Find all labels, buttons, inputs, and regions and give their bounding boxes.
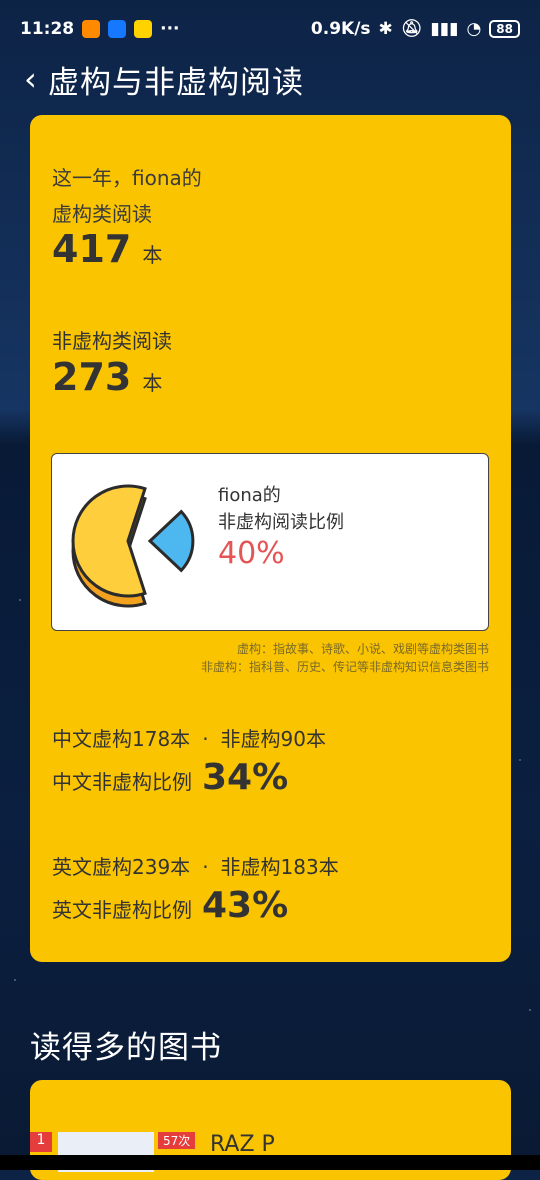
nonfiction-count-row: 273 本 xyxy=(52,355,162,399)
chinese-fiction: 中文虚构178本 xyxy=(52,727,191,751)
pie-nonfiction-slice xyxy=(147,509,195,573)
alipay-icon xyxy=(108,20,127,38)
battery-indicator: 88 xyxy=(489,20,520,38)
meituan-icon xyxy=(134,20,153,38)
top-bar: ‹ 虚构与非虚构阅读 xyxy=(0,58,540,101)
english-stats: 英文虚构239本 · 非虚构183本 xyxy=(52,851,339,880)
bluetooth-icon: ✱ xyxy=(378,19,393,39)
intro-line: 这一年，fiona的 xyxy=(52,166,202,190)
ratio-text: fiona的 非虚构阅读比例 40% xyxy=(218,482,344,571)
ratio-value: 40% xyxy=(218,536,285,571)
fiction-count-row: 417 本 xyxy=(52,227,162,271)
rank-badge: 1 xyxy=(30,1132,52,1152)
ratio-line1: fiona的 xyxy=(218,485,281,506)
separator-dot: · xyxy=(202,727,209,751)
mute-icon: 🔕︎ xyxy=(400,19,423,39)
note-nonfiction: 非虚构：指科普、历史、传记等非虚构知识信息类图书 xyxy=(200,660,489,674)
wifi-icon: ◔ xyxy=(466,19,482,39)
status-left: 11:28 ··· xyxy=(20,19,180,39)
status-bar: 11:28 ··· 0.9K/s ✱ 🔕︎ ▮▮▮ ◔ 88 xyxy=(0,0,540,58)
fiction-count: 417 xyxy=(52,227,132,271)
clock: 11:28 xyxy=(20,19,75,39)
english-nonfiction: 非虚构183本 xyxy=(220,855,339,879)
nonfiction-label: 非虚构类阅读 xyxy=(52,329,172,353)
book-title[interactable]: RAZ P xyxy=(210,1132,275,1157)
english-fiction: 英文虚构239本 xyxy=(52,855,191,879)
more-notifications: ··· xyxy=(160,19,180,39)
chinese-nonfiction: 非虚构90本 xyxy=(220,727,326,751)
chevron-left-icon[interactable]: ‹ xyxy=(24,60,46,98)
nonfiction-count: 273 xyxy=(52,355,132,399)
intro-text: 这一年，fiona的 虚构类阅读 xyxy=(52,160,202,232)
read-count-badge: 57次 xyxy=(158,1132,196,1149)
english-ratio-label: 英文非虚构比例 xyxy=(52,898,192,922)
app-notification-icon xyxy=(82,20,101,38)
chinese-ratio-value: 34% xyxy=(202,757,289,798)
separator-dot: · xyxy=(202,855,209,879)
page-title: 虚构与非虚构阅读 xyxy=(48,64,304,101)
english-ratio-value: 43% xyxy=(202,885,289,926)
pie-chart-icon xyxy=(71,484,195,608)
unit-label: 本 xyxy=(142,371,163,395)
note-fiction: 虚构：指故事、诗歌、小说、戏剧等虚构类图书 xyxy=(236,642,489,656)
ratio-line2: 非虚构阅读比例 xyxy=(218,512,344,533)
system-nav-bar xyxy=(0,1155,540,1170)
section-title: 读得多的图书 xyxy=(30,1030,222,1066)
chinese-ratio-row: 中文非虚构比例 34% xyxy=(52,757,288,798)
chinese-stats: 中文虚构178本 · 非虚构90本 xyxy=(52,723,326,752)
english-ratio-row: 英文非虚构比例 43% xyxy=(52,885,288,926)
unit-label: 本 xyxy=(142,243,163,267)
signal-icon: ▮▮▮ xyxy=(430,19,459,39)
ratio-box: fiona的 非虚构阅读比例 40% xyxy=(51,453,489,631)
network-speed: 0.9K/s xyxy=(310,19,371,39)
definition-notes: 虚构：指故事、诗歌、小说、戏剧等虚构类图书 非虚构：指科普、历史、传记等非虚构知… xyxy=(201,640,489,676)
chinese-ratio-label: 中文非虚构比例 xyxy=(52,770,192,794)
status-right: 0.9K/s ✱ 🔕︎ ▮▮▮ ◔ 88 xyxy=(311,19,520,39)
reading-summary-card: 这一年，fiona的 虚构类阅读 417 本 非虚构类阅读 273 本 fion… xyxy=(30,115,511,962)
